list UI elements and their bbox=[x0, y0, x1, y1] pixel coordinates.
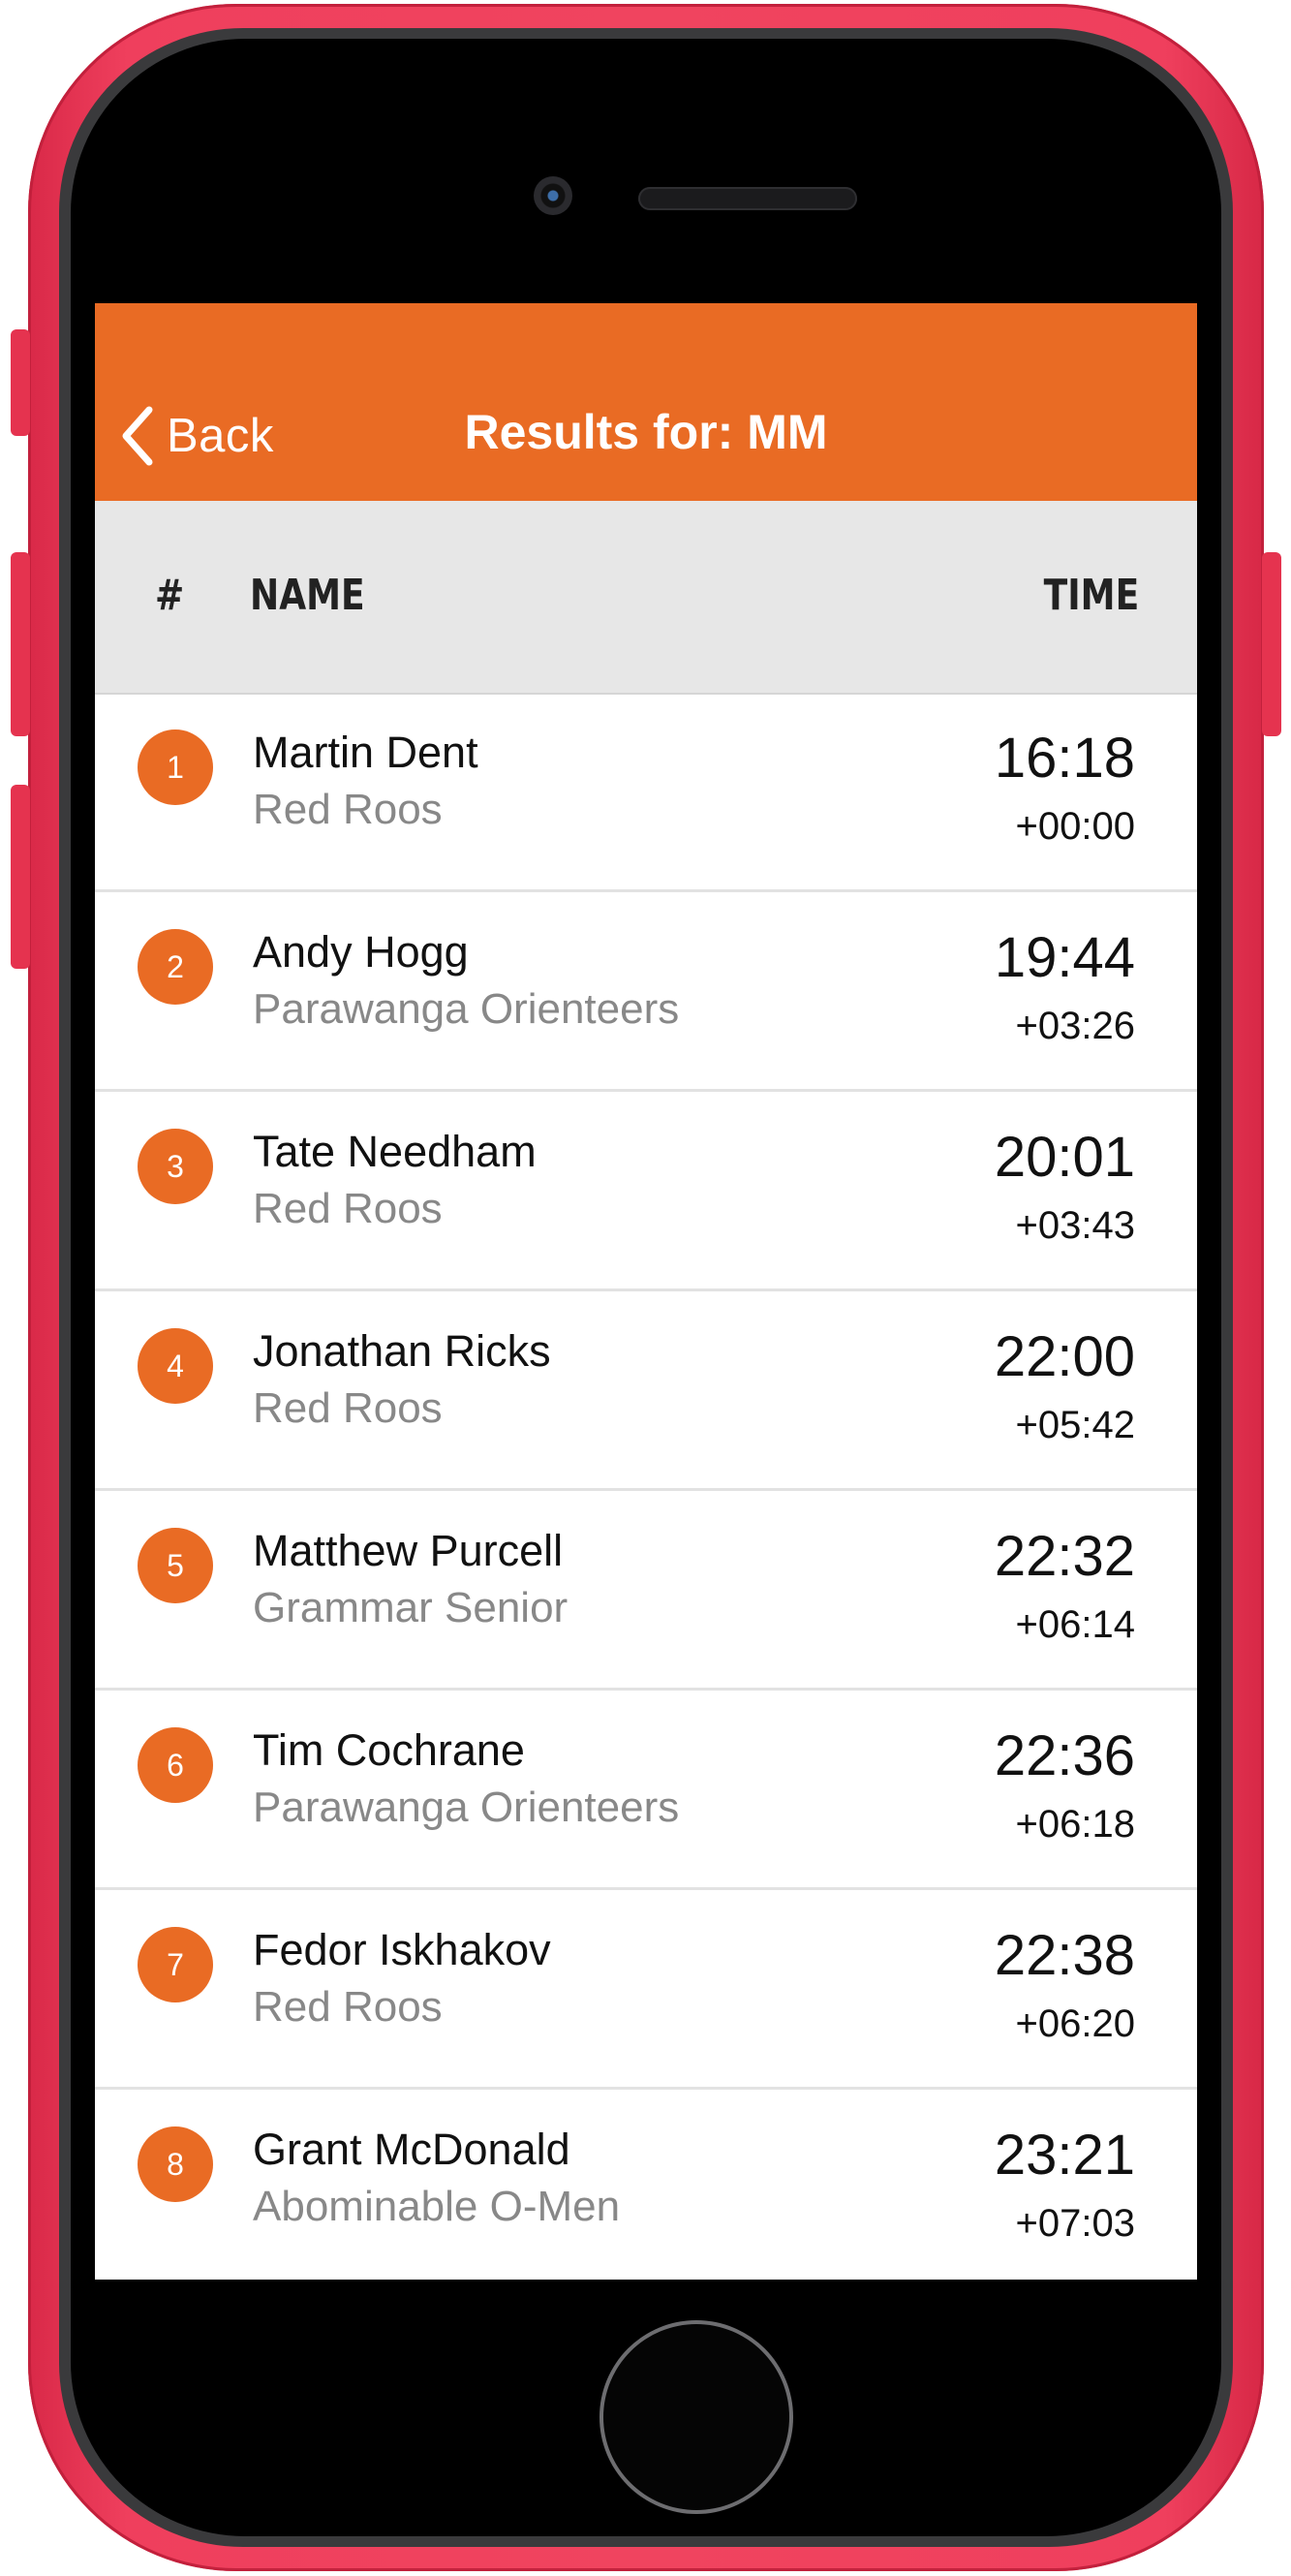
result-row[interactable]: 3 Tate Needham Red Roos 20:01 +03:43 bbox=[95, 1092, 1197, 1291]
time-behind: +03:26 bbox=[1015, 1005, 1135, 1047]
rank-badge: 8 bbox=[138, 2126, 213, 2202]
time-behind: +00:00 bbox=[1015, 805, 1135, 848]
column-header-time: TIME bbox=[1043, 571, 1139, 620]
runner-name: Andy Hogg bbox=[253, 927, 469, 977]
page-title: Results for: MM bbox=[464, 405, 828, 459]
runner-name: Tim Cochrane bbox=[253, 1725, 525, 1775]
runner-club: Grammar Senior bbox=[253, 1584, 569, 1631]
finish-time: 19:44 bbox=[994, 926, 1135, 989]
results-list: 1 Martin Dent Red Roos 16:18 +00:00 2 An… bbox=[95, 693, 1197, 2280]
power-button bbox=[1262, 552, 1281, 736]
rank-badge: 3 bbox=[138, 1129, 213, 1204]
runner-name: Grant McDonald bbox=[253, 2125, 570, 2174]
column-header-rank: # bbox=[155, 571, 185, 620]
runner-club: Red Roos bbox=[253, 1384, 443, 1432]
runner-club: Red Roos bbox=[253, 1185, 443, 1232]
time-behind: +05:42 bbox=[1015, 1404, 1135, 1446]
result-row[interactable]: 6 Tim Cochrane Parawanga Orienteers 22:3… bbox=[95, 1691, 1197, 1890]
runner-club: Parawanga Orienteers bbox=[253, 985, 680, 1033]
results-header: # NAME TIME bbox=[95, 501, 1197, 695]
result-row[interactable]: 5 Matthew Purcell Grammar Senior 22:32 +… bbox=[95, 1491, 1197, 1691]
finish-time: 22:36 bbox=[994, 1724, 1135, 1787]
finish-time: 22:32 bbox=[994, 1525, 1135, 1588]
rank-badge: 4 bbox=[138, 1328, 213, 1404]
runner-club: Abominable O-Men bbox=[253, 2183, 621, 2230]
rank-badge: 2 bbox=[138, 929, 213, 1005]
finish-time: 23:21 bbox=[994, 2124, 1135, 2187]
time-behind: +07:03 bbox=[1015, 2202, 1135, 2245]
finish-time: 16:18 bbox=[994, 727, 1135, 790]
back-button[interactable]: Back bbox=[120, 402, 274, 470]
result-row[interactable]: 7 Fedor Iskhakov Red Roos 22:38 +06:20 bbox=[95, 1890, 1197, 2090]
runner-name: Jonathan Ricks bbox=[253, 1326, 551, 1376]
time-behind: +06:20 bbox=[1015, 2002, 1135, 2045]
app-screen: Back Results for: MM # NAME TIME 1 Marti… bbox=[95, 303, 1197, 2280]
chevron-left-icon bbox=[122, 406, 153, 466]
runner-name: Tate Needham bbox=[253, 1127, 537, 1176]
time-behind: +06:18 bbox=[1015, 1803, 1135, 1846]
runner-name: Fedor Iskhakov bbox=[253, 1925, 551, 1974]
earpiece-speaker bbox=[638, 187, 857, 210]
finish-time: 22:38 bbox=[994, 1924, 1135, 1987]
result-row[interactable]: 8 Grant McDonald Abominable O-Men 23:21 … bbox=[95, 2090, 1197, 2280]
runner-club: Red Roos bbox=[253, 1983, 443, 2031]
runner-club: Red Roos bbox=[253, 786, 443, 833]
nav-bar: Back Results for: MM bbox=[95, 303, 1197, 501]
runner-name: Matthew Purcell bbox=[253, 1526, 564, 1575]
runner-club: Parawanga Orienteers bbox=[253, 1784, 680, 1831]
result-row[interactable]: 2 Andy Hogg Parawanga Orienteers 19:44 +… bbox=[95, 892, 1197, 1092]
runner-name: Martin Dent bbox=[253, 728, 478, 777]
front-camera bbox=[534, 176, 572, 215]
time-behind: +03:43 bbox=[1015, 1204, 1135, 1247]
finish-time: 22:00 bbox=[994, 1325, 1135, 1388]
time-behind: +06:14 bbox=[1015, 1603, 1135, 1646]
volume-up-button bbox=[11, 552, 30, 736]
column-header-name: NAME bbox=[250, 571, 365, 620]
finish-time: 20:01 bbox=[994, 1126, 1135, 1189]
volume-down-button bbox=[11, 785, 30, 969]
rank-badge: 7 bbox=[138, 1927, 213, 2002]
back-label: Back bbox=[167, 410, 274, 462]
rank-badge: 6 bbox=[138, 1727, 213, 1803]
result-row[interactable]: 1 Martin Dent Red Roos 16:18 +00:00 bbox=[95, 693, 1197, 892]
mute-switch bbox=[11, 329, 30, 436]
rank-badge: 5 bbox=[138, 1528, 213, 1603]
result-row[interactable]: 4 Jonathan Ricks Red Roos 22:00 +05:42 bbox=[95, 1291, 1197, 1491]
rank-badge: 1 bbox=[138, 729, 213, 805]
home-button[interactable] bbox=[599, 2320, 793, 2514]
